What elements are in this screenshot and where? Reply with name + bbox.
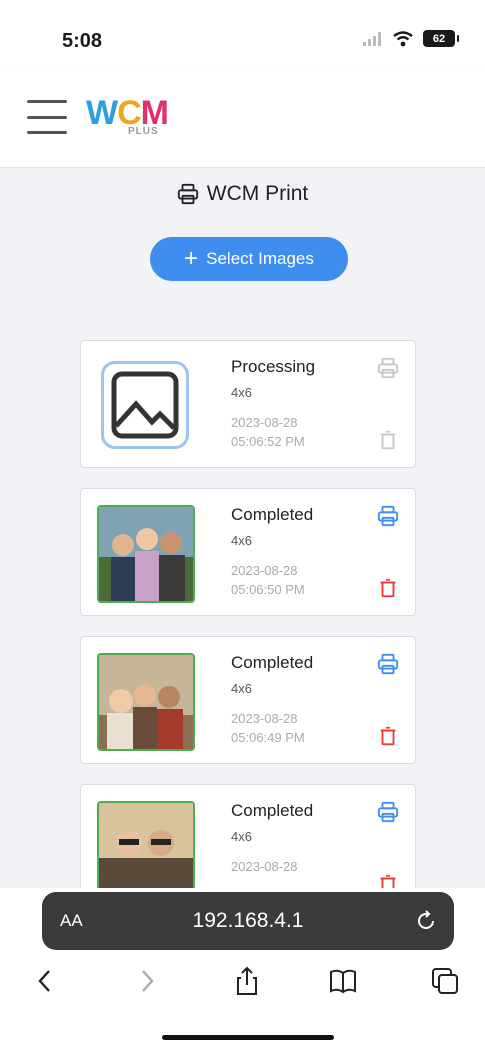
photo-thumbnail: [97, 653, 195, 751]
share-icon[interactable]: [232, 966, 262, 996]
print-icon[interactable]: [377, 801, 399, 823]
delete-icon[interactable]: [377, 577, 399, 599]
job-status: Completed: [231, 653, 314, 672]
url-field[interactable]: 192.168.4.1: [42, 909, 454, 933]
browser-toolbar: [0, 950, 485, 1046]
status-icons: 62: [363, 30, 459, 47]
print-job-card[interactable]: Completed 4x6 2023-08-28: [80, 784, 416, 888]
job-size: 4x6: [231, 385, 252, 400]
job-size: 4x6: [231, 829, 252, 844]
job-size: 4x6: [231, 533, 252, 548]
status-time: 5:08: [62, 30, 103, 52]
printer-icon: [177, 183, 198, 205]
job-timestamp: 2023-08-28: [231, 859, 298, 874]
job-timestamp: 2023-08-28 05:06:49 PM: [231, 711, 305, 745]
wifi-icon: [393, 30, 413, 46]
print-job-card[interactable]: Processing 4x6 2023-08-28 05:06:52 PM: [80, 340, 416, 468]
bookmarks-icon[interactable]: [328, 966, 358, 996]
select-images-label: Select Images: [206, 249, 314, 268]
battery-icon: 62: [423, 30, 459, 47]
delete-icon[interactable]: [377, 873, 399, 888]
job-size: 4x6: [231, 681, 252, 696]
plus-icon: +: [184, 245, 199, 272]
status-bar: 5:08 62: [0, 0, 485, 70]
job-timestamp: 2023-08-28 05:06:50 PM: [231, 563, 305, 597]
signal-icon: [363, 31, 381, 46]
job-status: Completed: [231, 801, 314, 820]
menu-icon[interactable]: [27, 100, 67, 134]
page-title: WCM Print: [206, 182, 309, 205]
delete-icon[interactable]: [377, 725, 399, 747]
photo-thumbnail: [97, 505, 195, 603]
photo-thumbnail: [97, 801, 195, 888]
main-content[interactable]: WCM Print + Select Images Processing 4x6…: [0, 168, 485, 888]
image-placeholder-icon: [101, 361, 189, 449]
delete-icon[interactable]: [377, 429, 399, 451]
job-status: Processing: [231, 357, 316, 376]
print-icon[interactable]: [377, 505, 399, 527]
home-indicator: [162, 1035, 334, 1040]
page-title-row: WCM Print: [0, 182, 485, 206]
tabs-icon[interactable]: [430, 966, 460, 996]
job-timestamp: 2023-08-28 05:06:52 PM: [231, 415, 305, 449]
job-status: Completed: [231, 505, 314, 524]
print-job-card[interactable]: Completed 4x6 2023-08-28 05:06:49 PM: [80, 636, 416, 764]
select-images-button[interactable]: + Select Images: [150, 237, 348, 281]
back-icon[interactable]: [30, 966, 60, 996]
browser-url-bar[interactable]: AA 192.168.4.1: [42, 892, 454, 950]
print-icon[interactable]: [377, 357, 399, 379]
logo-subtitle: PLUS: [128, 126, 159, 137]
print-icon[interactable]: [377, 653, 399, 675]
print-job-card[interactable]: Completed 4x6 2023-08-28 05:06:50 PM: [80, 488, 416, 616]
reload-icon[interactable]: [414, 909, 438, 933]
forward-icon[interactable]: [132, 966, 162, 996]
app-header: WCM PLUS: [0, 70, 485, 168]
